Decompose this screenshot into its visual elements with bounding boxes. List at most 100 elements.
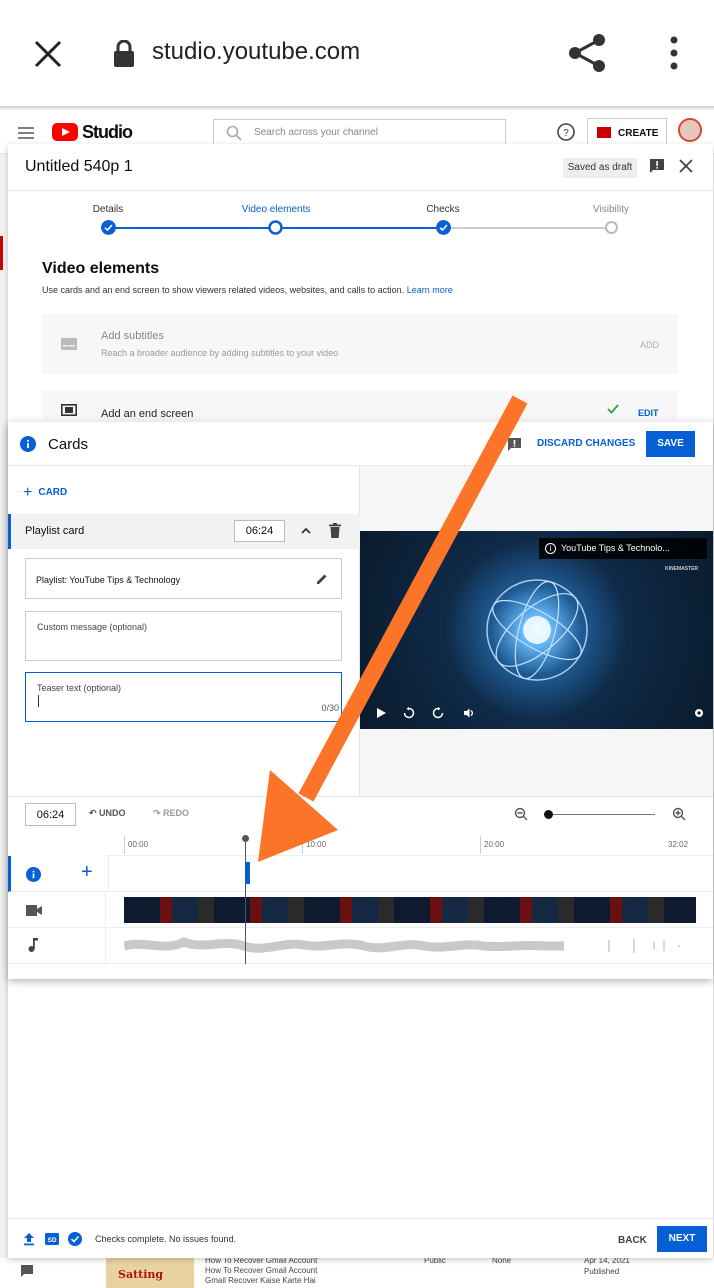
add-end-screen-title: Add an end screen — [101, 408, 194, 420]
next-button[interactable]: NEXT — [657, 1226, 707, 1252]
more-vert-icon[interactable] — [664, 34, 684, 74]
play-icon[interactable] — [375, 707, 387, 719]
section-title: Video elements — [42, 260, 160, 277]
redo-button[interactable]: ↷ REDO — [153, 808, 189, 819]
card-teaser-chip[interactable]: i YouTube Tips & Technolo... — [539, 538, 707, 559]
divider — [8, 190, 713, 191]
watermark-text: KINEMASTER — [665, 566, 699, 572]
check-icon — [607, 404, 619, 414]
add-card-plus-icon[interactable]: + — [81, 861, 93, 884]
card-item-row[interactable]: Playlist card 06:24 — [8, 514, 360, 549]
sd-badge-icon: SD — [45, 1233, 59, 1245]
ruler-label: 00:00 — [128, 840, 149, 849]
undo-label: UNDO — [99, 808, 126, 818]
dialog-footer: SD Checks complete. No issues found. BAC… — [8, 1218, 713, 1258]
add-subtitles-button[interactable]: ADD — [640, 340, 659, 350]
ruler-label: 20:00 — [484, 840, 505, 849]
help-icon[interactable]: ? — [556, 122, 576, 142]
player-controls — [360, 699, 713, 729]
content-list-row[interactable]: Satting How To Recover Gmail Account How… — [0, 1256, 714, 1288]
video-track — [8, 892, 713, 928]
teaser-text-field[interactable]: Teaser text (optional) 0/30 — [25, 672, 342, 722]
learn-more-link[interactable]: Learn more — [407, 285, 453, 295]
settings-gear-icon[interactable] — [693, 707, 705, 719]
ruler-label: 10:00 — [306, 840, 327, 849]
menu-icon[interactable] — [18, 127, 34, 139]
cards-header: Cards DISCARD CHANGES SAVE — [8, 422, 713, 466]
edit-end-screen-button[interactable]: EDIT — [638, 408, 659, 418]
forward-icon[interactable] — [432, 707, 444, 719]
feedback-icon[interactable] — [20, 1264, 34, 1278]
video-thumbnail-strip — [124, 897, 696, 923]
add-card-button[interactable]: + CARD — [23, 484, 67, 502]
step-checks[interactable]: Checks — [393, 204, 493, 215]
custom-message-field[interactable]: Custom message (optional) — [25, 611, 342, 661]
add-subtitles-row[interactable]: Add subtitles Reach a broader audience b… — [42, 314, 677, 374]
step-details[interactable]: Details — [58, 204, 158, 215]
plus-icon: + — [23, 484, 33, 501]
avatar[interactable] — [678, 118, 702, 142]
cards-title: Cards — [48, 436, 89, 453]
share-icon[interactable] — [566, 32, 608, 74]
subtitles-icon — [61, 338, 77, 350]
cards-editor: Cards DISCARD CHANGES SAVE + CARD Playlis… — [8, 422, 713, 979]
timeline-time-input[interactable]: 06:24 — [25, 803, 76, 826]
close-icon[interactable] — [679, 159, 693, 173]
undo-button[interactable]: ↶ UNDO — [89, 808, 126, 819]
redo-label: REDO — [163, 808, 190, 818]
step-visibility[interactable]: Visibility — [561, 204, 661, 215]
music-note-icon — [28, 938, 38, 952]
playhead[interactable] — [245, 838, 246, 964]
video-track-gutter — [8, 892, 106, 928]
saved-badge: Saved as draft — [563, 158, 637, 178]
timeline-toolbar: 06:24 ↶ UNDO ↷ REDO — [8, 796, 713, 836]
card-marker[interactable] — [245, 862, 250, 884]
step-done-check-icon — [436, 220, 451, 235]
create-label: CREATE — [618, 128, 659, 139]
sidebar-active-indicator — [0, 236, 3, 270]
video-camera-icon — [597, 127, 611, 138]
youtube-logo-icon[interactable] — [52, 123, 78, 141]
volume-icon[interactable] — [463, 707, 475, 719]
screen: studio.youtube.com Studio Search across … — [0, 0, 714, 1288]
zoom-out-icon[interactable] — [514, 807, 528, 821]
edit-pencil-icon[interactable] — [315, 572, 329, 586]
lock-icon — [114, 40, 134, 67]
add-end-screen-row[interactable]: Add an end screen EDIT — [42, 390, 677, 420]
step-todo-icon — [605, 221, 618, 234]
back-button[interactable]: BACK — [618, 1235, 647, 1246]
card-teaser-text: YouTube Tips & Technolo... — [561, 543, 670, 553]
video-frame-sphere — [486, 579, 588, 681]
video-thumbnail: Satting — [106, 1258, 194, 1288]
section-description-text: Use cards and an end screen to show view… — [42, 285, 405, 295]
chevron-up-icon[interactable] — [300, 525, 312, 537]
browser-toolbar: studio.youtube.com — [0, 0, 714, 108]
delete-icon[interactable] — [329, 523, 341, 538]
url-text[interactable]: studio.youtube.com — [152, 38, 360, 66]
save-button[interactable]: SAVE — [646, 431, 695, 457]
add-subtitles-description: Reach a broader audience by adding subti… — [101, 348, 339, 358]
feedback-icon[interactable] — [507, 437, 522, 452]
discard-changes-button[interactable]: DISCARD CHANGES — [537, 438, 635, 449]
undo-icon: ↶ — [89, 808, 100, 818]
feedback-icon[interactable] — [649, 158, 665, 174]
rewind-icon[interactable] — [403, 707, 415, 719]
zoom-in-icon[interactable] — [672, 807, 686, 821]
playlist-field[interactable]: Playlist: YouTube Tips & Technology — [25, 558, 342, 599]
checks-done-icon — [68, 1232, 82, 1246]
video-player[interactable]: i YouTube Tips & Technolo... KINEMASTER — [360, 531, 713, 729]
teaser-char-counter: 0/30 — [321, 703, 339, 713]
cards-track-gutter: + — [11, 856, 109, 892]
add-subtitles-title: Add subtitles — [101, 330, 164, 342]
step-video-elements[interactable]: Video elements — [226, 204, 326, 215]
custom-message-label: Custom message (optional) — [37, 622, 148, 632]
close-icon[interactable] — [30, 36, 66, 72]
search-box[interactable]: Search across your channel — [213, 119, 506, 147]
card-time-input[interactable]: 06:24 — [234, 520, 285, 542]
video-title-line: How To Recover Gmail Account — [205, 1266, 318, 1275]
zoom-slider-handle[interactable] — [544, 810, 553, 819]
cards-track: + — [8, 856, 713, 892]
zoom-slider[interactable] — [547, 814, 655, 815]
sd-badge-text: SD — [47, 1237, 56, 1244]
create-button[interactable]: CREATE — [587, 118, 667, 146]
